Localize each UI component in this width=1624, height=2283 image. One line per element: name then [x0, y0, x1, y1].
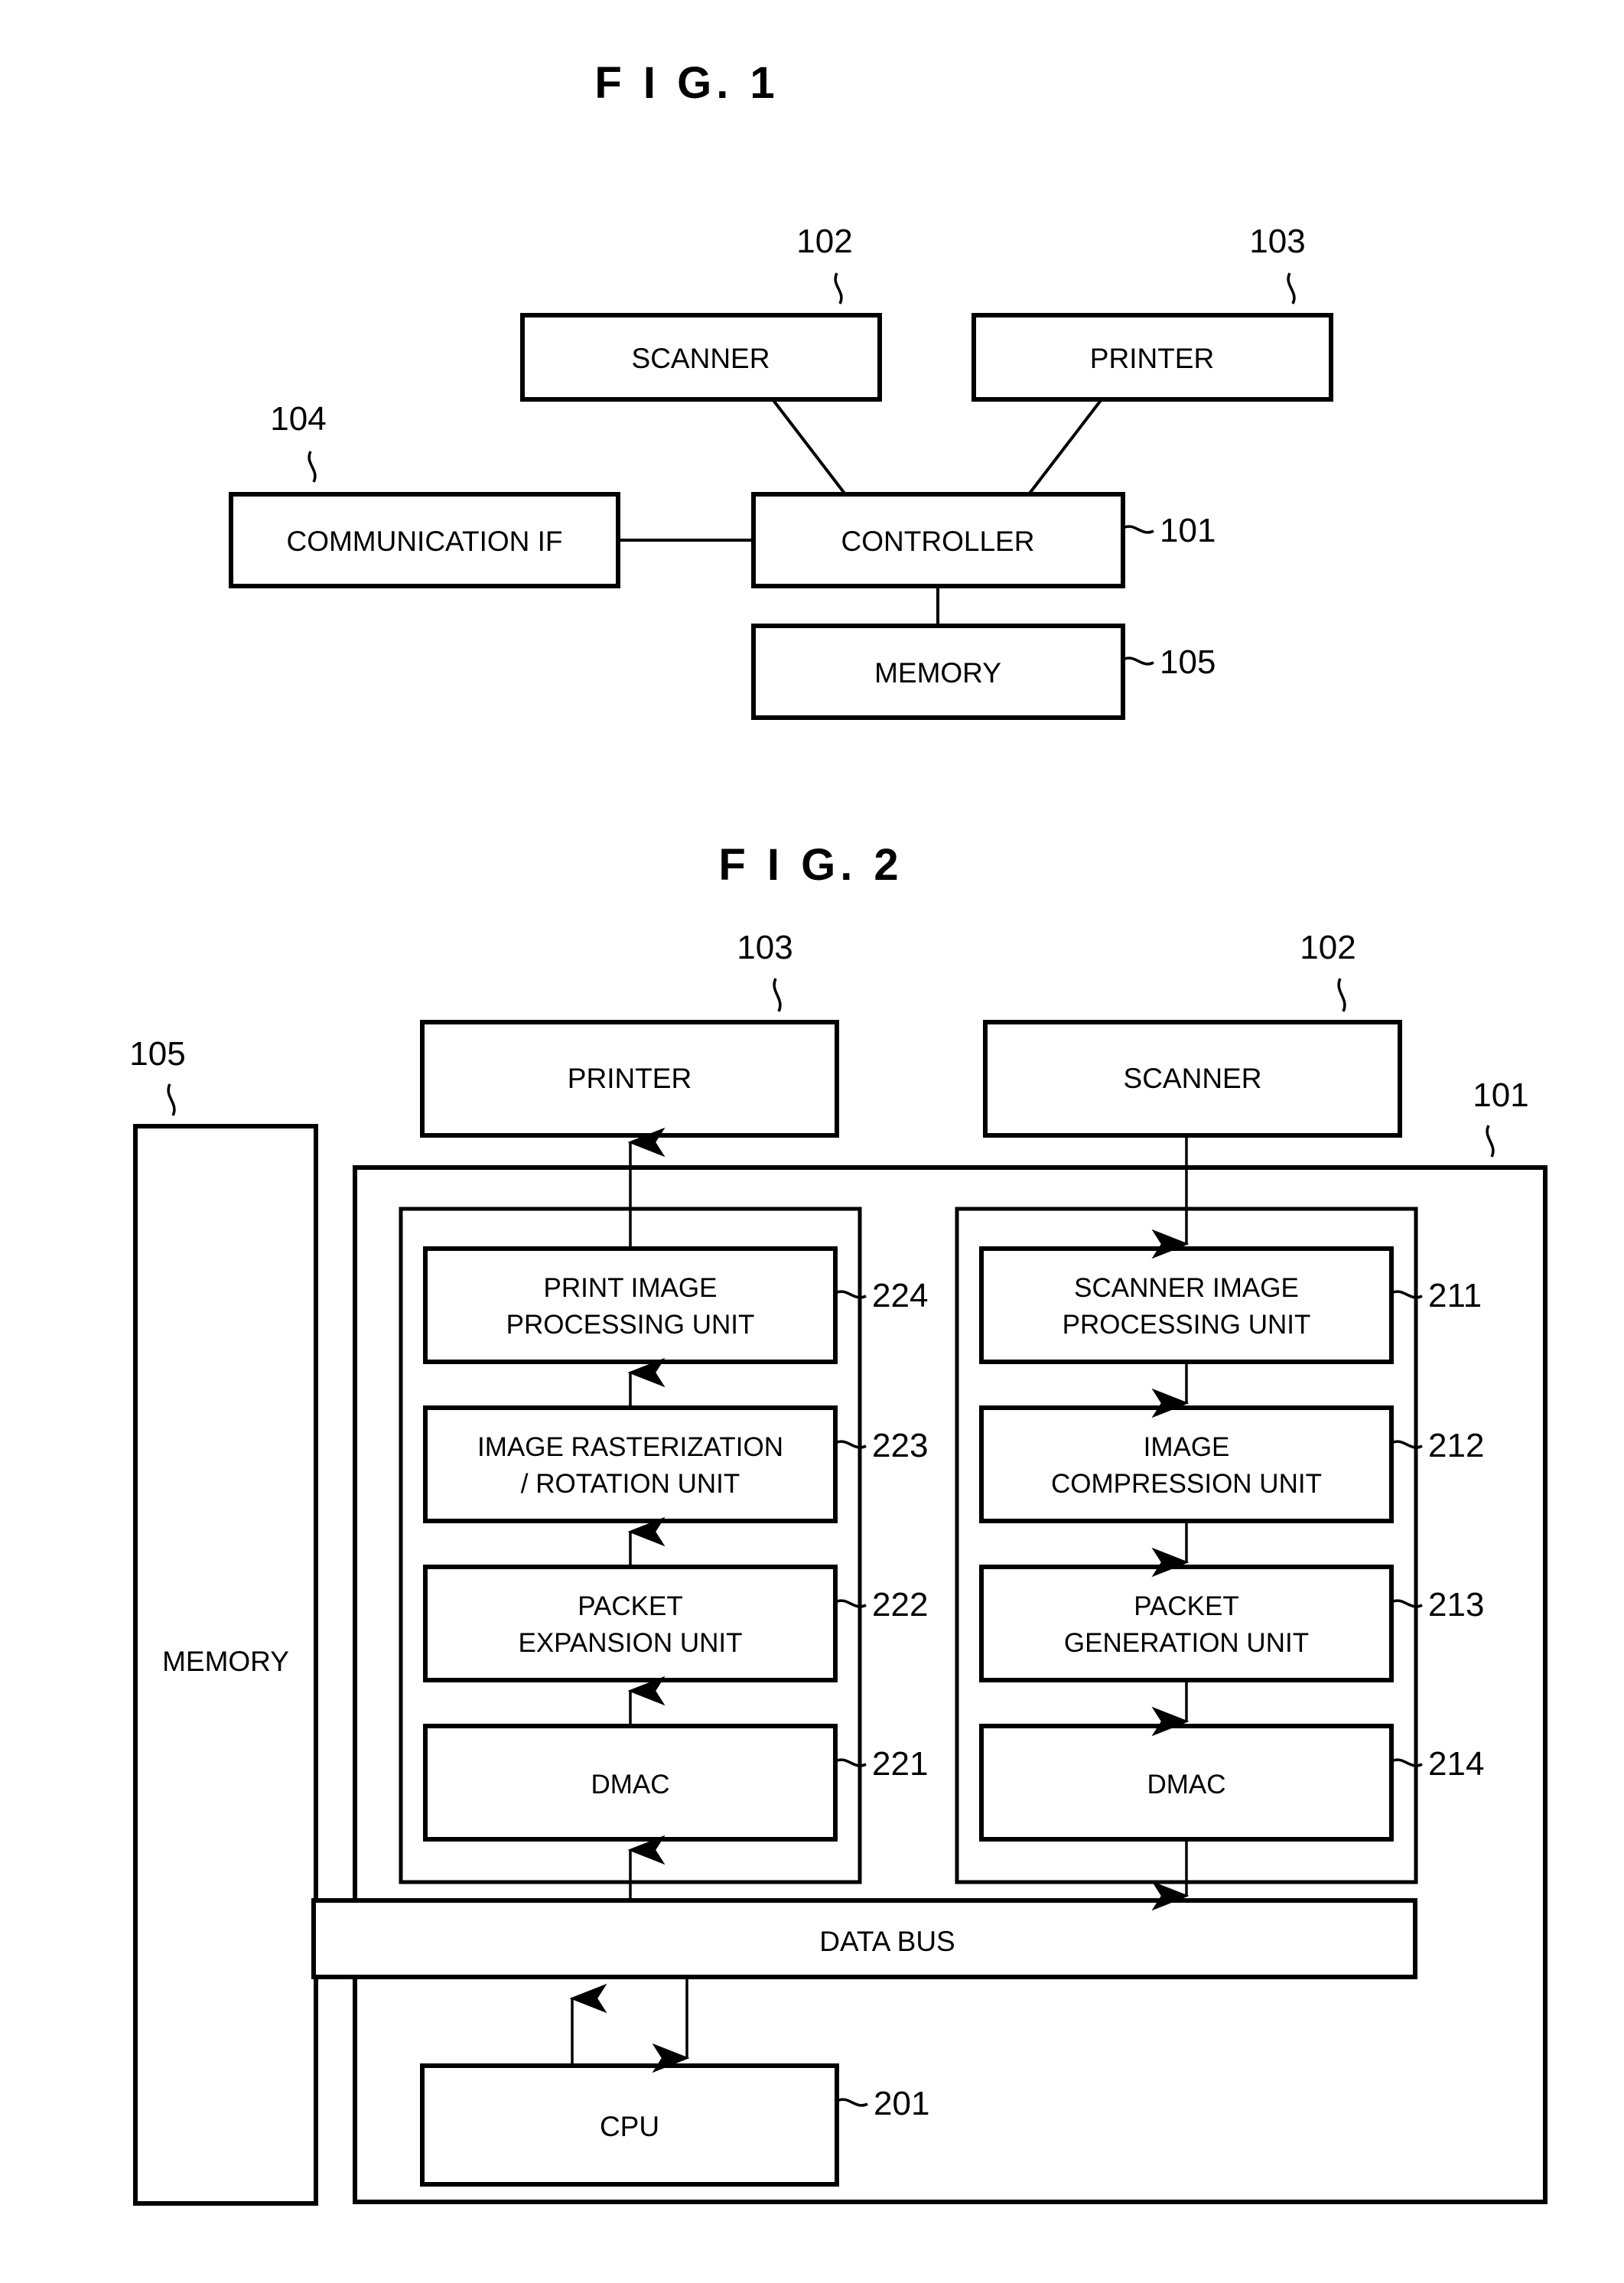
- fig1-printer-label: PRINTER: [1090, 343, 1214, 374]
- fig1-controller-leader: [1122, 525, 1154, 534]
- fig1-communication-if-leader: [308, 451, 317, 483]
- fig2-dmac-print-label: DMAC: [591, 1770, 669, 1799]
- fig2-scanner-image-processing-unit-box: [979, 1246, 1394, 1364]
- figure-canvas: F I G. 1 SCANNER 102 PRINTER 103 COMMUNI…: [129, 58, 1548, 2206]
- fig1-scanner-label: SCANNER: [632, 343, 770, 374]
- fig2-printer-leader: [773, 978, 782, 1012]
- fig2-packet-generation-unit-line2: GENERATION UNIT: [1064, 1628, 1309, 1658]
- fig1-memory-ref: 105: [1160, 643, 1216, 681]
- fig2-memory-leader: [167, 1083, 176, 1116]
- fig2-scanner-leader: [1337, 978, 1346, 1012]
- fig1-printer-ref: 103: [1249, 223, 1305, 260]
- fig1-controller-ref: 101: [1160, 512, 1216, 549]
- figure-2: F I G. 2 PRINTER 103 SCANNER 102 MEMORY …: [129, 840, 1548, 2206]
- fig2-controller-leader: [1486, 1125, 1495, 1158]
- fig2-scanner-image-processing-unit-line1: SCANNER IMAGE: [1074, 1273, 1299, 1303]
- fig2-image-rasterization-unit-line2: / ROTATION UNIT: [521, 1469, 740, 1499]
- fig2-scanner-image-processing-unit-ref: 211: [1428, 1277, 1482, 1314]
- fig1-link-scanner-controller: [771, 398, 847, 496]
- fig2-image-compression-unit-box: [979, 1405, 1394, 1523]
- fig2-scanner-ref: 102: [1300, 929, 1356, 966]
- fig2-image-rasterization-unit-ref: 223: [872, 1427, 928, 1464]
- fig2-print-image-processing-unit-ref: 224: [872, 1277, 928, 1314]
- fig2-image-compression-unit-line2: COMPRESSION UNIT: [1051, 1469, 1322, 1499]
- fig2-memory-label: MEMORY: [162, 1646, 289, 1677]
- fig2-print-image-processing-unit-line1: PRINT IMAGE: [544, 1273, 718, 1303]
- fig2-image-compression-unit-ref: 212: [1428, 1427, 1484, 1464]
- fig2-image-rasterization-unit-box: [423, 1405, 838, 1523]
- fig2-memory-ref: 105: [129, 1035, 185, 1073]
- figure-1: F I G. 1 SCANNER 102 PRINTER 103 COMMUNI…: [229, 58, 1333, 720]
- fig2-print-image-processing-unit-line2: PROCESSING UNIT: [506, 1310, 755, 1340]
- fig2-packet-generation-unit-ref: 213: [1428, 1586, 1484, 1624]
- fig2-dmac-scan-ref: 214: [1428, 1745, 1484, 1783]
- fig2-cpu-label: CPU: [600, 2111, 659, 2142]
- fig1-communication-if-ref: 104: [270, 400, 326, 438]
- fig1-memory-label: MEMORY: [874, 657, 1001, 689]
- fig2-image-compression-unit-line1: IMAGE: [1144, 1432, 1230, 1462]
- fig1-memory-leader: [1122, 656, 1154, 666]
- fig2-printer-ref: 103: [737, 929, 792, 966]
- fig2-packet-expansion-unit-ref: 222: [872, 1586, 928, 1624]
- fig2-packet-generation-unit-box: [979, 1565, 1394, 1682]
- fig2-scanner-image-processing-unit-line2: PROCESSING UNIT: [1063, 1310, 1311, 1340]
- fig2-data-bus-label: DATA BUS: [819, 1926, 955, 1957]
- fig2-dmac-print-ref: 221: [872, 1745, 928, 1783]
- fig2-scanner-label: SCANNER: [1124, 1063, 1262, 1094]
- fig1-controller-label: CONTROLLER: [841, 526, 1035, 557]
- fig2-packet-expansion-unit-line2: EXPANSION UNIT: [518, 1628, 742, 1658]
- fig1-printer-leader: [1287, 272, 1296, 305]
- fig2-printer-label: PRINTER: [568, 1063, 692, 1094]
- fig2-packet-expansion-unit-box: [423, 1565, 838, 1682]
- fig1-title: F I G. 1: [594, 58, 779, 108]
- fig2-packet-expansion-unit-line1: PACKET: [578, 1591, 682, 1621]
- fig1-communication-if-label: COMMUNICATION IF: [286, 526, 562, 557]
- patent-figure-sheet: F I G. 1 SCANNER 102 PRINTER 103 COMMUNI…: [0, 0, 1624, 2283]
- fig1-link-printer-controller: [1027, 398, 1103, 496]
- fig2-print-image-processing-unit-box: [423, 1246, 838, 1364]
- fig2-image-rasterization-unit-line1: IMAGE RASTERIZATION: [477, 1432, 783, 1462]
- fig2-dmac-scan-label: DMAC: [1147, 1770, 1225, 1799]
- fig2-cpu-ref: 201: [874, 2085, 929, 2122]
- fig1-scanner-ref: 102: [796, 223, 852, 260]
- fig2-packet-generation-unit-line1: PACKET: [1134, 1591, 1238, 1621]
- fig2-title: F I G. 2: [718, 840, 903, 890]
- fig1-scanner-leader: [834, 272, 843, 305]
- fig2-controller-ref: 101: [1473, 1076, 1528, 1114]
